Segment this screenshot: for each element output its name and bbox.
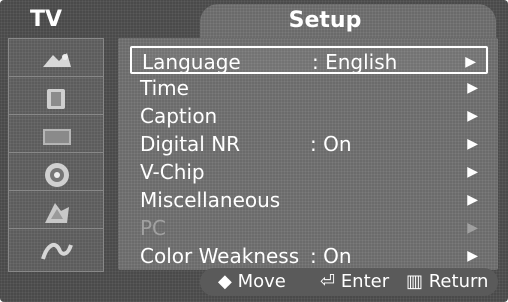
picture-icon bbox=[43, 53, 71, 67]
updown-arrow-icon: ◆ bbox=[218, 271, 238, 292]
menu-item-label: Time bbox=[140, 76, 189, 100]
page-title: Setup bbox=[288, 8, 362, 33]
menu-item-label: Language bbox=[142, 50, 241, 74]
menu-item-caption[interactable]: Caption ▶ bbox=[130, 102, 488, 130]
menu-item-label: Miscellaneous bbox=[140, 188, 281, 212]
menu-item-label: V-Chip bbox=[140, 160, 205, 184]
menu-item-pc[interactable]: PC ▶ bbox=[130, 214, 488, 242]
menu-item-label: Color Weakness bbox=[140, 244, 300, 268]
menu-item-label: Digital NR bbox=[140, 132, 241, 156]
chevron-right-icon: ▶ bbox=[465, 54, 476, 70]
chevron-right-icon: ▶ bbox=[467, 108, 478, 124]
chevron-right-icon: ▶ bbox=[467, 220, 478, 236]
menu-item-value: : On bbox=[310, 132, 352, 156]
sidebar-item-application[interactable] bbox=[8, 228, 104, 272]
chevron-right-icon: ▶ bbox=[467, 192, 478, 208]
enter-icon: ⏎ bbox=[320, 271, 341, 292]
chevron-right-icon: ▶ bbox=[467, 164, 478, 180]
menu-item-value: : English bbox=[312, 50, 398, 74]
chevron-right-icon: ▶ bbox=[467, 80, 478, 96]
menu-item-miscellaneous[interactable]: Miscellaneous ▶ bbox=[130, 186, 488, 214]
menu-item-label: Caption bbox=[140, 104, 218, 128]
menu-item-v-chip[interactable]: V-Chip ▶ bbox=[130, 158, 488, 186]
sidebar bbox=[8, 38, 104, 272]
menu-item-digital-nr[interactable]: Digital NR : On ▶ bbox=[130, 130, 488, 158]
move-hint: ◆ Move bbox=[218, 268, 286, 296]
menu-item-value: : On bbox=[310, 244, 352, 268]
footer-bar: ◆ Move ⏎ Enter ▥ Return bbox=[200, 268, 498, 296]
return-label: Return bbox=[428, 271, 489, 292]
channel-icon bbox=[43, 129, 71, 145]
move-label: Move bbox=[237, 271, 286, 292]
section-title: TV bbox=[30, 7, 63, 32]
menu-item-color-weakness[interactable]: Color Weakness : On ▶ bbox=[130, 242, 488, 270]
menu-item-label: PC bbox=[140, 216, 167, 240]
enter-hint: ⏎ Enter bbox=[320, 268, 389, 296]
chevron-right-icon: ▶ bbox=[467, 136, 478, 152]
enter-label: Enter bbox=[340, 271, 390, 292]
return-icon: ▥ bbox=[406, 271, 429, 292]
application-icon bbox=[41, 242, 73, 260]
return-hint: ▥ Return bbox=[406, 268, 488, 296]
input-icon bbox=[45, 203, 69, 223]
setup-icon bbox=[45, 163, 69, 187]
sound-icon bbox=[47, 89, 65, 109]
chevron-right-icon: ▶ bbox=[467, 248, 478, 264]
menu-item-language[interactable]: Language : English ▶ bbox=[130, 46, 488, 74]
menu-item-time[interactable]: Time ▶ bbox=[130, 74, 488, 102]
